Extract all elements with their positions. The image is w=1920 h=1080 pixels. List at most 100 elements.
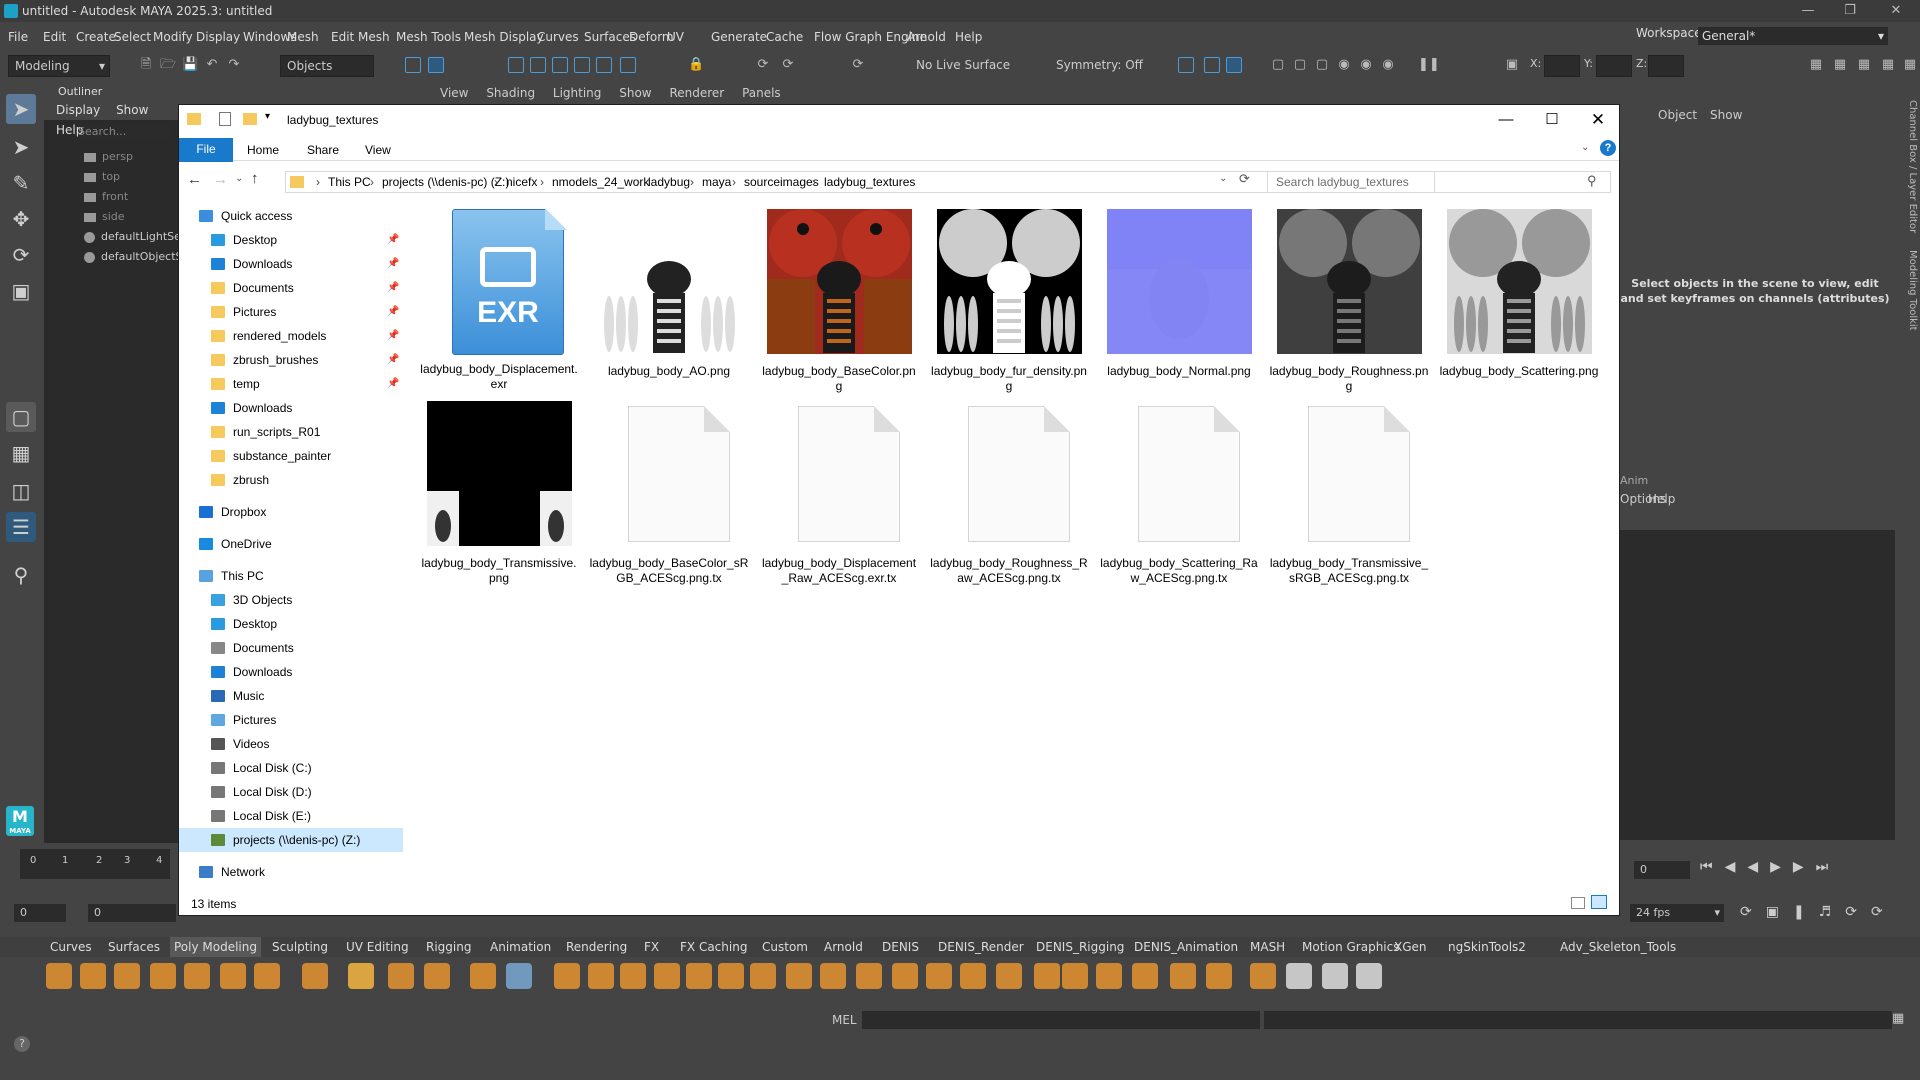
select-by-hierarchy-icon[interactable] (405, 57, 421, 73)
shelf-tool-icon[interactable] (254, 963, 280, 989)
outliner-layout-icon[interactable]: ☰ (6, 512, 36, 542)
playback-controls[interactable]: ⏮◀◀▶▶⏭ (1700, 859, 1840, 875)
viewport-menu-shading[interactable]: Shading (486, 86, 535, 100)
pin-icon[interactable]: 📌 (387, 325, 399, 347)
shelf-tab[interactable]: FX (640, 937, 663, 957)
shelf-tool-icon[interactable] (750, 963, 776, 989)
shelf-tool-icon[interactable] (1286, 963, 1312, 989)
outliner-item[interactable]: defaultLightSet (84, 230, 185, 243)
breadcrumb-item[interactable]: sourceimages (744, 172, 819, 192)
render-sequence-icon[interactable]: ▢ (1314, 57, 1330, 73)
shelf-tool-icon[interactable] (820, 963, 846, 989)
expand-ribbon-icon[interactable]: ⌄ (1581, 142, 1589, 153)
nav-pc-documents[interactable]: Documents (211, 637, 294, 659)
nav-pc-videos[interactable]: Videos (211, 733, 269, 755)
close-icon[interactable]: ✕ (1876, 0, 1916, 22)
modeling-toolkit-icon[interactable]: ▦ (1808, 57, 1824, 73)
layer-menu-help[interactable]: Help (1648, 492, 1675, 506)
history-icon[interactable]: ⟳ (755, 57, 771, 73)
shelf-tool-icon[interactable] (1132, 963, 1158, 989)
x-field[interactable] (1544, 55, 1580, 77)
snap-surface-icon[interactable] (596, 57, 612, 73)
menu-item[interactable]: Mesh Tools (396, 25, 461, 49)
shelf-tab[interactable]: Adv_Skeleton_Tools (1556, 937, 1680, 957)
nav-recent-substance-painter[interactable]: substance_painter (211, 445, 331, 467)
help-icon[interactable]: ? (14, 1036, 30, 1052)
shelf-tool-icon[interactable] (718, 963, 744, 989)
shelf-tab[interactable]: MASH (1246, 937, 1289, 957)
shelf-tab[interactable]: DENIS_Rigging (1032, 937, 1128, 957)
pin-icon[interactable]: 📌 (387, 277, 399, 299)
shelf-tab[interactable]: FX Caching (676, 937, 751, 957)
two-view-icon[interactable]: ◫ (6, 476, 36, 506)
shelf-tool-icon[interactable] (1062, 963, 1088, 989)
nav-recent-zbrush[interactable]: zbrush (211, 469, 269, 491)
shelf-tool-icon[interactable] (960, 963, 986, 989)
objects-field[interactable]: Objects (280, 55, 374, 77)
nav-pc-projects-denis-pc-z-[interactable]: projects (\\denis-pc) (Z:) (211, 829, 360, 851)
nav-pc-3d-objects[interactable]: 3D Objects (211, 589, 292, 611)
back-icon[interactable]: ← (187, 171, 202, 188)
shelf-tool-icon[interactable] (892, 963, 918, 989)
panel-layout-icon[interactable] (1178, 57, 1194, 73)
breadcrumb-item[interactable]: nmodels_24_work (552, 172, 649, 192)
nav-pc-local-disk-c-[interactable]: Local Disk (C:) (211, 757, 312, 779)
paint-select-icon[interactable]: ✎ (6, 168, 36, 198)
shelf-tab[interactable]: DENIS (878, 937, 923, 957)
lock-icon[interactable]: 🔒 (688, 57, 704, 73)
address-dropdown-icon[interactable]: ⌄ (1219, 173, 1227, 184)
fps-dropdown[interactable]: 24 fps ▾ (1630, 904, 1724, 922)
redo-icon[interactable]: ↷ (226, 57, 242, 73)
shelf-tab[interactable]: DENIS_Render (934, 937, 1028, 957)
shelf-tool-icon[interactable] (46, 963, 72, 989)
menu-item[interactable]: Help (955, 25, 982, 49)
shelf-tool-icon[interactable] (184, 963, 210, 989)
render-view-icon[interactable] (1204, 57, 1220, 73)
shelf-tab[interactable]: Animation (486, 937, 555, 957)
viewport-menu-show[interactable]: Show (619, 86, 651, 100)
nav-network[interactable]: Network (199, 861, 265, 883)
pin-icon[interactable]: 📌 (387, 373, 399, 395)
viewport-menu-panels[interactable]: Panels (742, 86, 781, 100)
shelf-tool-icon[interactable] (786, 963, 812, 989)
breadcrumb-item[interactable]: ladybug_textures (824, 172, 915, 192)
shelf-tool-icon[interactable] (996, 963, 1022, 989)
outliner-item[interactable]: top (84, 170, 120, 183)
shelf-tab[interactable]: Rigging (422, 937, 475, 957)
playback-options-icons[interactable]: ⟳▣❚♬⟳⟳ (1740, 904, 1897, 920)
arnold-ipr-icon[interactable]: ◉ (1358, 57, 1374, 73)
shelf-tab[interactable]: Poly Modeling (170, 937, 261, 957)
outliner-item[interactable]: persp (84, 150, 133, 163)
shelf-tab[interactable]: UV Editing (342, 937, 413, 957)
menu-item[interactable]: Edit Mesh (331, 25, 390, 49)
outliner-item[interactable]: front (84, 190, 128, 203)
live-surface-field[interactable]: No Live Surface (910, 55, 1020, 77)
channel-box-vertical-tab[interactable]: Channel Box / Layer Editor (1904, 100, 1918, 233)
outliner-menu-display[interactable]: Display (56, 103, 100, 117)
tab-file[interactable]: File (179, 138, 233, 162)
nav-dropbox[interactable]: Dropbox (199, 501, 266, 523)
breadcrumb-item[interactable]: projects (\\denis-pc) (Z:) (382, 172, 509, 192)
properties-icon[interactable] (219, 112, 231, 126)
snap-help-icon[interactable] (620, 57, 636, 73)
mode-dropdown[interactable]: Modeling ▾ (8, 55, 110, 77)
render-settings-icon[interactable]: ▢ (1270, 57, 1286, 73)
menu-item[interactable]: Arnold (907, 25, 946, 49)
layer-editor-icon[interactable]: ▦ (1902, 57, 1918, 73)
scale-tool-icon[interactable]: ▣ (6, 276, 36, 306)
modeling-toolkit-vertical-tab[interactable]: Modeling Toolkit (1904, 250, 1918, 331)
restore-icon[interactable]: ❐ (1830, 0, 1870, 22)
shelf-tool-icon[interactable] (388, 963, 414, 989)
minimize-icon[interactable]: — (1788, 0, 1828, 22)
tab-view[interactable]: View (365, 139, 391, 161)
nav-quick-access[interactable]: Quick access (199, 205, 292, 227)
up-icon[interactable]: ↑ (251, 170, 259, 187)
nav-pinned-documents[interactable]: Documents 📌 (211, 277, 399, 299)
viewport-menu-view[interactable]: View (440, 86, 468, 100)
nav-recent-downloads[interactable]: Downloads (211, 397, 292, 419)
new-scene-icon[interactable]: 🗎 (138, 57, 154, 73)
shelf-tool-icon[interactable] (926, 963, 952, 989)
nav-pinned-downloads[interactable]: Downloads 📌 (211, 253, 399, 275)
shelf-tool-icon[interactable] (654, 963, 680, 989)
shelf-tab[interactable]: Surfaces (104, 937, 164, 957)
